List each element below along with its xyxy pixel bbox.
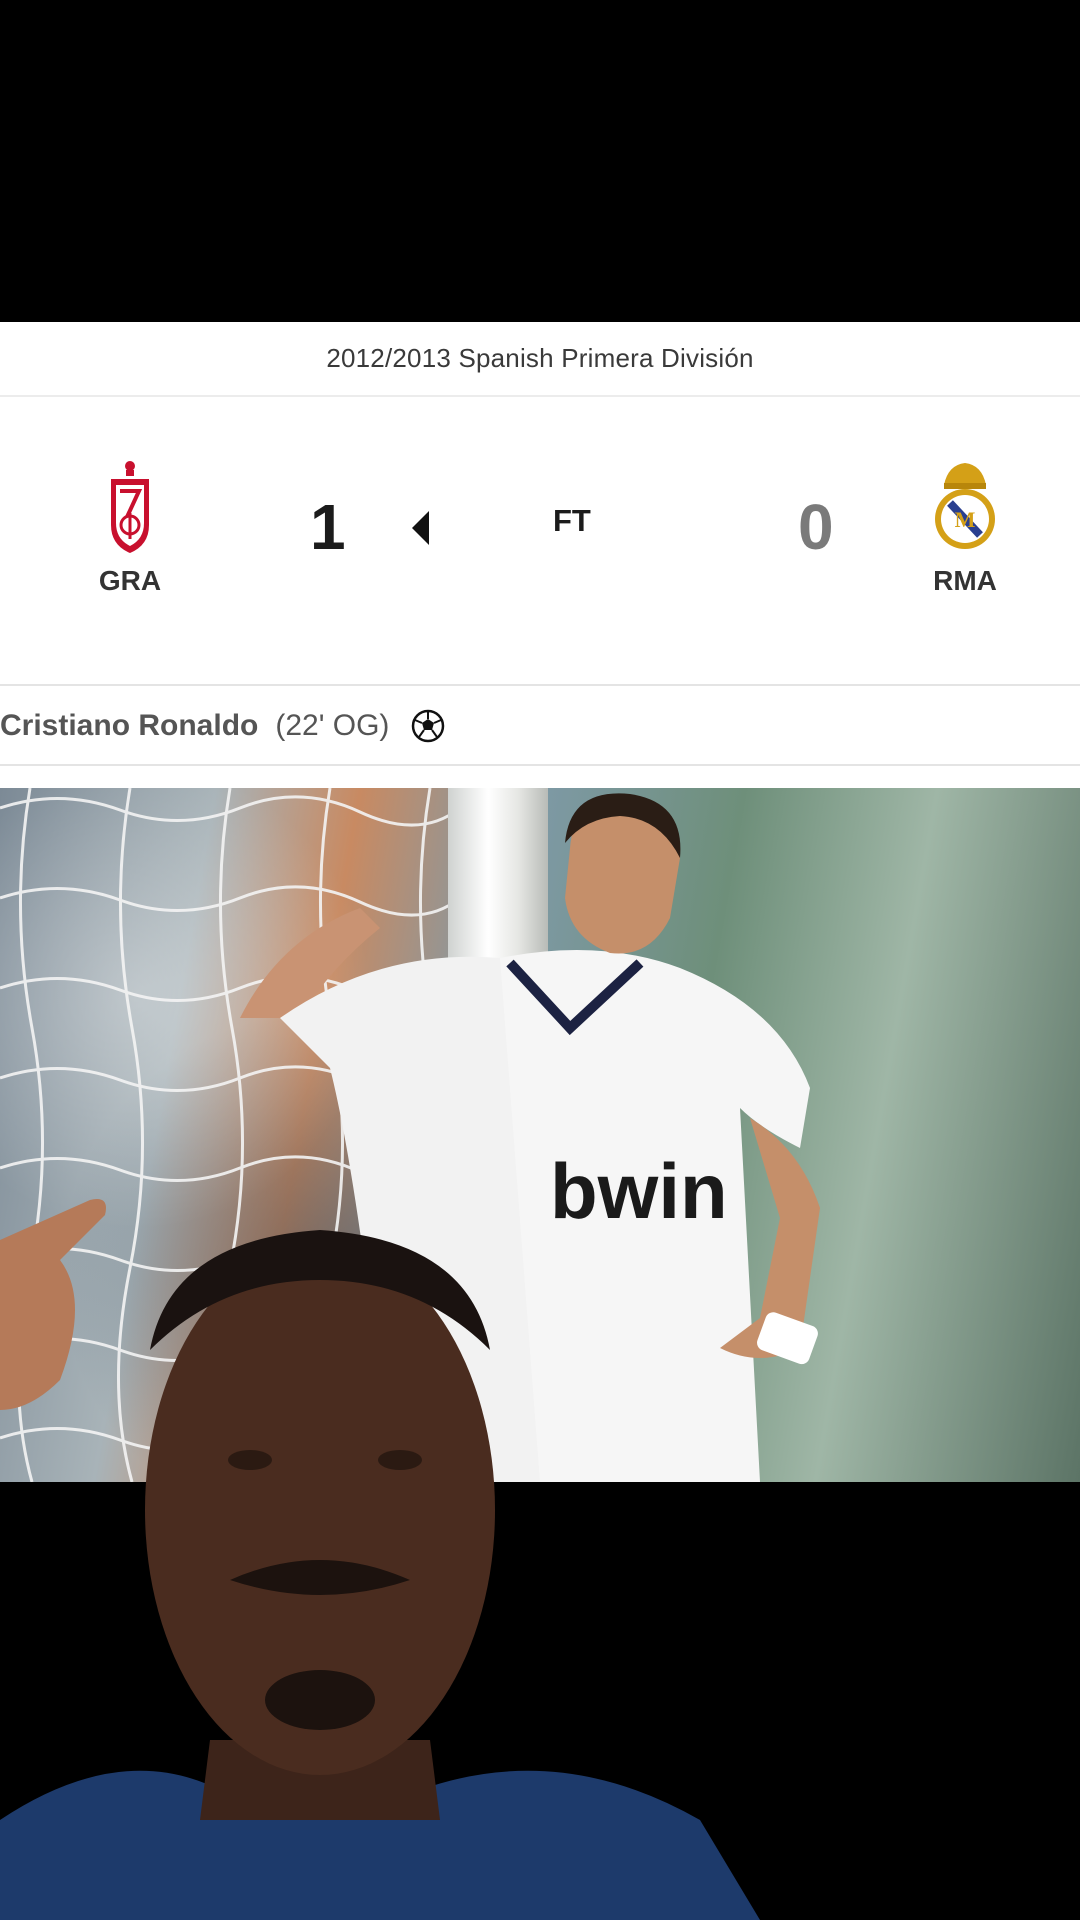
away-score: 0 — [798, 491, 834, 563]
arrow-left-icon — [412, 511, 429, 545]
pointing-hand — [0, 1199, 106, 1410]
soccer-ball-icon — [412, 709, 445, 743]
away-team[interactable]: M RMA — [905, 459, 1025, 597]
goal-detail: (22' OG) — [275, 709, 390, 742]
match-score-card[interactable]: 2012/2013 Spanish Primera División GRA 1… — [0, 322, 1080, 788]
scoreboard[interactable]: GRA 1 FT 0 M RMA — [0, 399, 1080, 686]
svg-text:M: M — [955, 507, 976, 532]
home-team[interactable]: GRA — [70, 459, 190, 597]
competition-title: 2012/2013 Spanish Primera División — [326, 343, 754, 373]
top-letterbox — [0, 0, 1080, 322]
real-madrid-crest-icon: M — [935, 463, 995, 549]
match-status: FT — [553, 503, 591, 538]
goal-event-row[interactable]: Cristiano Ronaldo (22' OG) — [0, 688, 1080, 766]
scorer-name: Cristiano Ronaldo — [0, 709, 259, 742]
home-team-abbr: GRA — [98, 565, 162, 596]
away-team-abbr: RMA — [933, 565, 997, 596]
home-score: 1 — [310, 491, 346, 563]
competition-header[interactable]: 2012/2013 Spanish Primera División — [0, 322, 1080, 397]
granada-crest-icon — [111, 461, 149, 553]
